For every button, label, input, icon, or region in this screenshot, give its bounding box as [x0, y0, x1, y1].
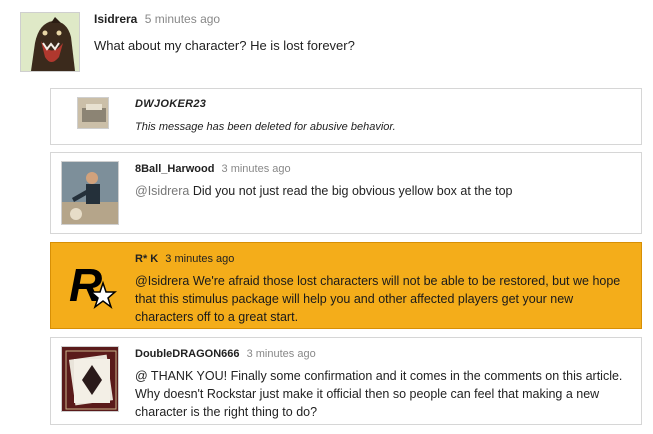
comments-thread: Isidrera 5 minutes ago What about my cha…: [0, 0, 653, 434]
reply-deleted: DWJOKER23 This message has been deleted …: [50, 88, 642, 145]
character-avatar-icon: [62, 162, 118, 224]
comment-meta: Isidrera 5 minutes ago: [94, 12, 220, 26]
deleted-message: This message has been deleted for abusiv…: [135, 121, 396, 133]
avatar-doubledragon666[interactable]: [61, 346, 119, 412]
comment-meta: DWJOKER23: [135, 98, 206, 110]
comment-meta: DoubleDRAGON666 3 minutes ago: [135, 348, 316, 360]
dog-avatar-icon: [21, 13, 79, 71]
mention-link[interactable]: @Isidrera: [135, 274, 189, 288]
avatar-dwjoker23[interactable]: [77, 97, 109, 129]
comment-text-content: Did you not just read the big obvious ye…: [192, 184, 513, 198]
avatar-isidrera[interactable]: [20, 12, 80, 72]
comment-text-content: We're afraid those lost characters will …: [135, 274, 621, 324]
reply-doubledragon: DoubleDRAGON666 3 minutes ago @ THANK YO…: [50, 337, 642, 425]
reply-8ball: 8Ball_Harwood 3 minutes ago @Isidrera Di…: [50, 152, 642, 234]
rockstar-logo-icon: R: [69, 259, 117, 311]
username[interactable]: R* K: [135, 253, 158, 265]
comment-meta: 8Ball_Harwood 3 minutes ago: [135, 163, 291, 175]
timestamp: 3 minutes ago: [246, 348, 316, 360]
timestamp: 3 minutes ago: [165, 253, 235, 265]
mention-link[interactable]: @Isidrera: [135, 184, 189, 198]
username[interactable]: Isidrera: [94, 12, 137, 26]
username[interactable]: DoubleDRAGON666: [135, 348, 240, 360]
comment-text: @Isidrera Did you not just read the big …: [135, 182, 625, 200]
username[interactable]: DWJOKER23: [135, 98, 206, 110]
avatar-8ball-harwood[interactable]: [61, 161, 119, 225]
username[interactable]: 8Ball_Harwood: [135, 163, 214, 175]
comment-text: @Isidrera We're afraid those lost charac…: [135, 272, 625, 326]
cards-avatar-icon: [62, 347, 118, 411]
comment-top: Isidrera 5 minutes ago What about my cha…: [20, 8, 640, 78]
timestamp: 3 minutes ago: [221, 163, 291, 175]
comment-text: What about my character? He is lost fore…: [94, 38, 355, 53]
comment-text: @ THANK YOU! Finally some confirmation a…: [135, 369, 623, 419]
comment-meta: R* K 3 minutes ago: [135, 253, 234, 265]
timestamp: 5 minutes ago: [144, 12, 221, 26]
reply-rockstar-official: R R* K 3 minutes ago @Isidrera We're afr…: [50, 242, 642, 329]
photo-avatar-icon: [78, 98, 108, 128]
avatar-rockstar[interactable]: R: [65, 257, 117, 313]
